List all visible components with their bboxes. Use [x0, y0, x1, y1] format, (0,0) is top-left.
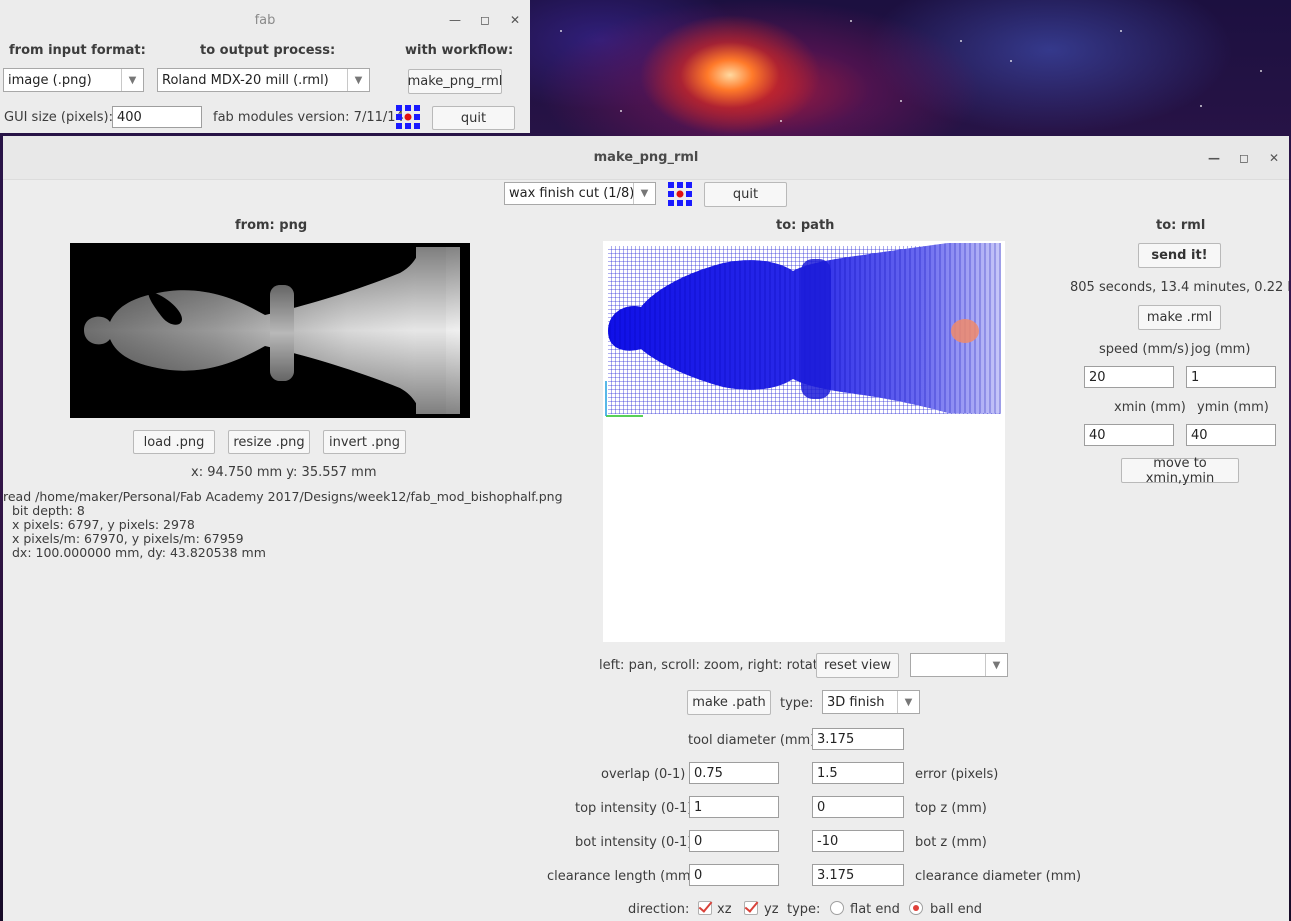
path-type-select[interactable]: 3D finish ▼	[822, 690, 920, 714]
make-path-button[interactable]: make .path	[687, 690, 771, 715]
version-label: fab modules version: 7/11/14	[213, 110, 404, 125]
info-line: x pixels/m: 67970, y pixels/m: 67959	[12, 531, 244, 546]
xz-checkbox[interactable]	[698, 901, 712, 915]
resize-png-button[interactable]: resize .png	[228, 430, 310, 454]
info-line: x pixels: 6797, y pixels: 2978	[12, 517, 195, 532]
speed-input[interactable]	[1084, 366, 1174, 388]
xmin-input[interactable]	[1084, 424, 1174, 446]
overlap-label: overlap (0-1)	[601, 767, 686, 782]
to-rml-heading: to: rml	[1156, 218, 1206, 233]
chevron-down-icon: ▼	[985, 654, 1007, 676]
fab-logo-icon	[668, 182, 692, 206]
gui-size-input[interactable]	[112, 106, 202, 128]
direction-label: direction:	[628, 902, 690, 917]
flat-end-label: flat end	[850, 902, 900, 917]
fab-titlebar[interactable]: fab — ◻ ✕	[0, 0, 530, 40]
path-type-value: 3D finish	[827, 694, 885, 710]
minimize-icon[interactable]: —	[440, 13, 470, 27]
bot-intensity-input[interactable]	[689, 830, 779, 852]
tool-diameter-input[interactable]	[812, 728, 904, 750]
yz-label: yz	[764, 902, 779, 917]
close-icon[interactable]: ✕	[500, 13, 530, 27]
time-estimate: 805 seconds, 13.4 minutes, 0.22 hours	[1070, 280, 1289, 295]
workflow-heading: with workflow:	[405, 43, 514, 58]
move-to-xmin-ymin-button[interactable]: move to xmin,ymin	[1121, 456, 1239, 486]
flat-end-radio[interactable]	[830, 901, 844, 915]
end-type-label: type:	[787, 902, 821, 917]
gui-size-label: GUI size (pixels):	[4, 110, 113, 125]
ball-end-radio[interactable]	[909, 901, 923, 915]
clearance-diameter-label: clearance diameter (mm)	[915, 869, 1082, 884]
xmin-label: xmin (mm)	[1114, 400, 1186, 415]
error-label: error (pixels)	[915, 767, 999, 782]
to-path-heading: to: path	[776, 218, 835, 233]
bot-z-input[interactable]	[812, 830, 904, 852]
fab-window-title: fab	[254, 12, 276, 28]
load-png-button[interactable]: load .png	[133, 430, 215, 454]
chevron-down-icon: ▼	[121, 69, 143, 91]
ymin-label: ymin (mm)	[1197, 400, 1269, 415]
info-line: dx: 100.000000 mm, dy: 43.820538 mm	[12, 545, 266, 560]
ymin-input[interactable]	[1186, 424, 1276, 446]
speed-label: speed (mm/s)	[1099, 342, 1190, 357]
view-select[interactable]: ▼	[910, 653, 1008, 677]
output-process-value: Roland MDX-20 mill (.rml)	[162, 72, 329, 88]
info-line: read /home/maker/Personal/Fab Academy 20…	[3, 489, 563, 504]
view-hint: left: pan, scroll: zoom, right: rotate	[599, 658, 826, 673]
cursor-coords: x: 94.750 mm y: 35.557 mm	[191, 465, 377, 480]
clearance-length-label: clearance length (mm)	[547, 869, 696, 884]
output-process-select[interactable]: Roland MDX-20 mill (.rml) ▼	[157, 68, 370, 92]
fab-quit-button[interactable]: quit	[432, 106, 515, 130]
fab-logo-icon	[396, 105, 420, 129]
ball-end-label: ball end	[930, 902, 983, 917]
maximize-icon[interactable]: ◻	[1229, 151, 1259, 165]
minimize-icon[interactable]: —	[1199, 151, 1229, 165]
top-intensity-label: top intensity (0-1)	[575, 801, 693, 816]
process-select-value: wax finish cut (1/8)	[509, 186, 633, 201]
to-process-heading: to output process:	[200, 43, 336, 58]
jog-label: jog (mm)	[1191, 342, 1251, 357]
main-window-title: make_png_rml	[593, 150, 699, 165]
input-format-value: image (.png)	[8, 72, 92, 88]
bot-z-label: bot z (mm)	[915, 835, 987, 850]
from-format-heading: from input format:	[9, 43, 146, 58]
png-preview-image[interactable]	[70, 243, 470, 418]
bot-intensity-label: bot intensity (0-1)	[575, 835, 693, 850]
path-type-label: type:	[780, 696, 814, 711]
make-rml-button[interactable]: make .rml	[1138, 305, 1221, 330]
chevron-down-icon: ▼	[347, 69, 369, 91]
send-it-button[interactable]: send it!	[1138, 243, 1221, 268]
close-icon[interactable]: ✕	[1259, 151, 1289, 165]
input-format-select[interactable]: image (.png) ▼	[3, 68, 144, 92]
png-info-block: read /home/maker/Personal/Fab Academy 20…	[3, 489, 563, 569]
info-line: bit depth: 8	[12, 503, 85, 518]
fab-window: fab — ◻ ✕ from input format: to output p…	[0, 0, 530, 133]
workflow-button[interactable]: make_png_rml	[408, 69, 502, 94]
main-titlebar[interactable]: make_png_rml — ◻ ✕	[3, 136, 1289, 180]
yz-checkbox[interactable]	[744, 901, 758, 915]
overlap-input[interactable]	[689, 762, 779, 784]
maximize-icon[interactable]: ◻	[470, 13, 500, 27]
reset-view-button[interactable]: reset view	[816, 653, 899, 678]
chevron-down-icon: ▼	[633, 183, 655, 204]
from-png-heading: from: png	[235, 218, 308, 233]
clearance-length-input[interactable]	[689, 864, 779, 886]
path-viewer-canvas[interactable]	[603, 241, 1005, 642]
xz-label: xz	[717, 902, 732, 917]
chevron-down-icon: ▼	[897, 691, 919, 713]
clearance-diameter-input[interactable]	[812, 864, 904, 886]
tool-diameter-label: tool diameter (mm)	[688, 733, 816, 748]
main-quit-button[interactable]: quit	[704, 182, 787, 207]
process-select[interactable]: wax finish cut (1/8) ▼	[504, 182, 656, 205]
invert-png-button[interactable]: invert .png	[323, 430, 406, 454]
make-png-rml-window: make_png_rml — ◻ ✕ wax finish cut (1/8) …	[3, 136, 1289, 921]
top-intensity-input[interactable]	[689, 796, 779, 818]
top-z-label: top z (mm)	[915, 801, 987, 816]
error-input[interactable]	[812, 762, 904, 784]
jog-input[interactable]	[1186, 366, 1276, 388]
top-z-input[interactable]	[812, 796, 904, 818]
